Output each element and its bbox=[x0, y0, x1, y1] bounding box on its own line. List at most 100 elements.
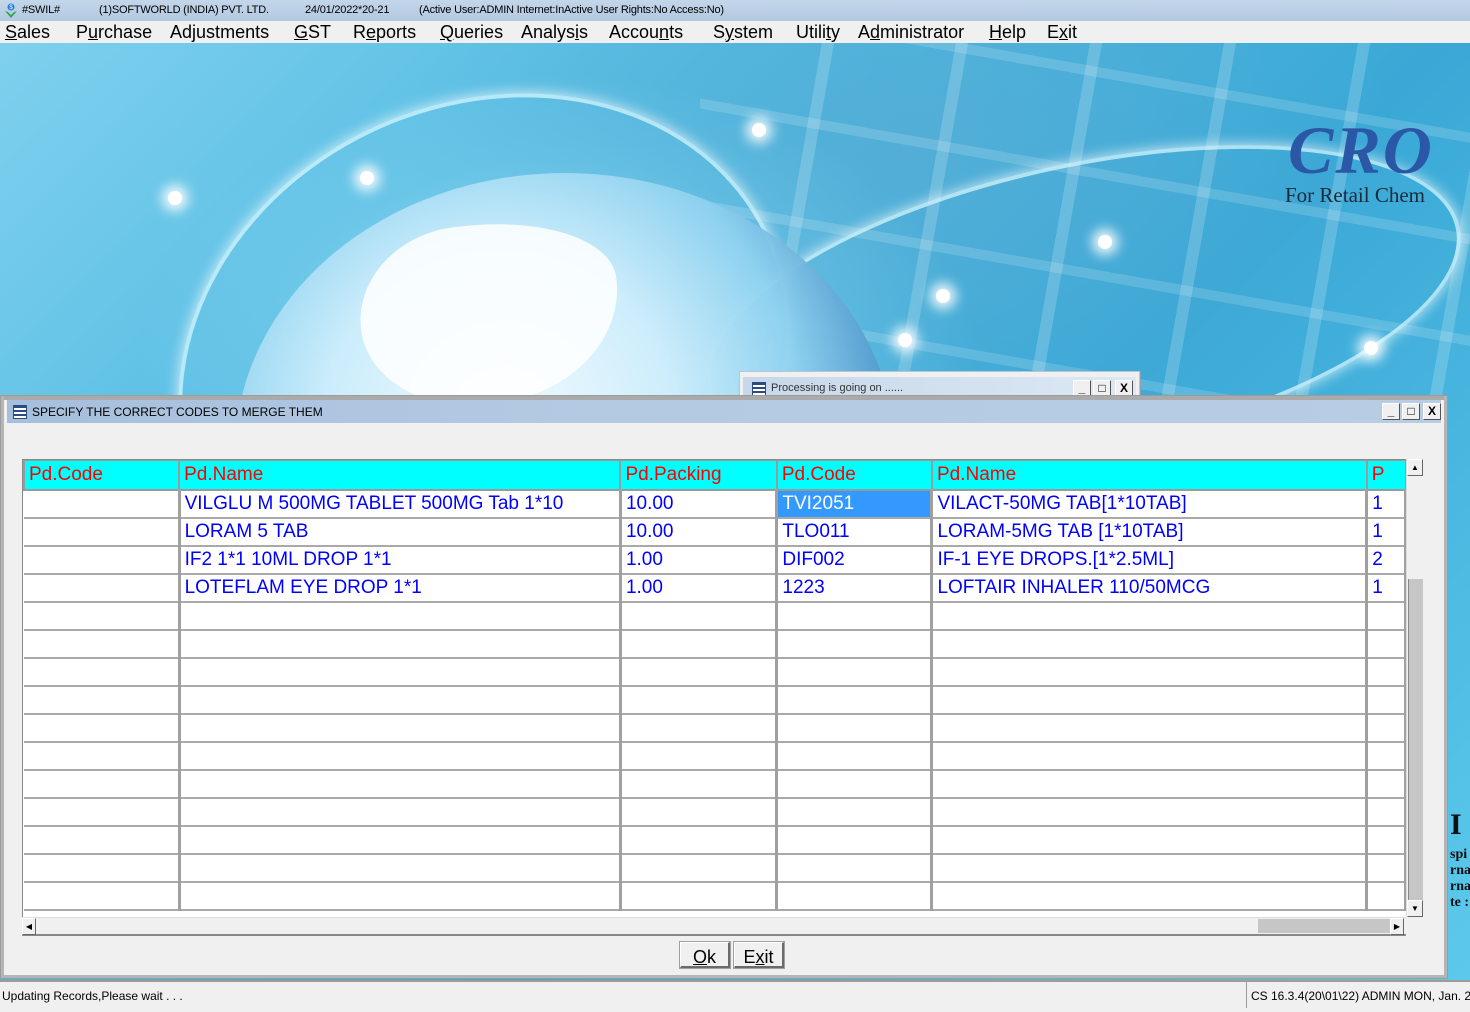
cell-target-pd-name[interactable] bbox=[931, 685, 1369, 715]
window-menu-icon[interactable] bbox=[13, 405, 27, 419]
cell-truncated[interactable] bbox=[1366, 853, 1407, 883]
table-row[interactable] bbox=[24, 685, 1407, 715]
cell-target-pd-code[interactable] bbox=[776, 797, 934, 827]
table-row[interactable]: LOTEFLAM EYE DROP 1*1 1.00 1223 LOFTAIR INH… bbox=[24, 573, 1407, 603]
table-row[interactable] bbox=[24, 853, 1407, 883]
cell-target-pd-name[interactable] bbox=[931, 881, 1369, 911]
cell-pd-code[interactable] bbox=[24, 629, 181, 659]
cell-pd-code[interactable] bbox=[24, 601, 181, 631]
table-row[interactable]: IF2 1*1 10ML DROP 1*1 1.00 DIF002 IF-1 EYE … bbox=[24, 545, 1407, 575]
vertical-scrollbar[interactable]: ▲ ▼ bbox=[1406, 459, 1423, 917]
cell-target-pd-name[interactable] bbox=[931, 741, 1369, 771]
cell-target-pd-code[interactable] bbox=[776, 685, 934, 715]
cell-target-pd-code[interactable] bbox=[776, 601, 934, 631]
cell-target-pd-name[interactable] bbox=[931, 629, 1369, 659]
column-header-pd-packing[interactable]: Pd.Packing bbox=[619, 460, 778, 491]
cell-pd-name[interactable]: VILGLU M 500MG TABLET 500MG Tab 1*10 bbox=[179, 489, 622, 519]
cell-pd-packing[interactable] bbox=[620, 797, 779, 827]
cell-pd-name[interactable] bbox=[179, 769, 622, 799]
ok-button[interactable]: Ok bbox=[679, 941, 731, 969]
cell-pd-code[interactable] bbox=[24, 797, 181, 827]
cell-target-pd-code[interactable]: TLO011 bbox=[776, 517, 934, 547]
maximize-button[interactable]: □ bbox=[1402, 403, 1420, 420]
cell-target-pd-name[interactable]: LORAM-5MG TAB [1*10TAB] bbox=[931, 517, 1369, 547]
cell-target-pd-name[interactable]: IF-1 EYE DROPS.[1*2.5ML] bbox=[931, 545, 1369, 575]
cell-pd-code[interactable] bbox=[24, 769, 181, 799]
menu-help[interactable]: Help bbox=[989, 21, 1026, 43]
cell-pd-name[interactable] bbox=[179, 601, 622, 631]
cell-target-pd-code[interactable] bbox=[776, 853, 934, 883]
cell-truncated[interactable] bbox=[1366, 713, 1407, 743]
table-row[interactable]: LORAM 5 TAB 10.00 TLO011 LORAM-5MG TAB [1*1… bbox=[24, 517, 1407, 547]
cell-pd-packing[interactable]: 1.00 bbox=[620, 545, 779, 575]
column-header-pd-code[interactable]: Pd.Code bbox=[23, 460, 181, 491]
cell-target-pd-name[interactable]: VILACT-50MG TAB[1*10TAB] bbox=[931, 489, 1369, 519]
cell-truncated[interactable] bbox=[1366, 601, 1407, 631]
cell-truncated[interactable] bbox=[1366, 797, 1407, 827]
column-header-truncated[interactable]: P bbox=[1365, 460, 1407, 491]
cell-target-pd-name[interactable] bbox=[931, 769, 1369, 799]
cell-target-pd-code[interactable] bbox=[776, 741, 934, 771]
cell-pd-packing[interactable] bbox=[620, 601, 779, 631]
cell-pd-code[interactable] bbox=[24, 825, 181, 855]
cell-pd-packing[interactable] bbox=[620, 881, 779, 911]
cell-pd-name[interactable]: LORAM 5 TAB bbox=[179, 517, 622, 547]
cell-truncated[interactable] bbox=[1366, 881, 1407, 911]
column-header-target-pd-name[interactable]: Pd.Name bbox=[930, 460, 1368, 491]
cell-truncated[interactable] bbox=[1366, 825, 1407, 855]
cell-pd-name[interactable] bbox=[179, 881, 622, 911]
cell-pd-name[interactable] bbox=[179, 685, 622, 715]
cell-target-pd-code[interactable]: TVI2051 bbox=[776, 489, 934, 519]
cell-truncated[interactable] bbox=[1366, 657, 1407, 687]
merge-codes-grid[interactable]: Pd.Code Pd.Name Pd.Packing Pd.Code Pd.Na… bbox=[22, 459, 1407, 918]
processing-window-titlebar[interactable]: Processing is going on ...... _ □ X bbox=[743, 377, 1136, 397]
cell-target-pd-code[interactable] bbox=[776, 629, 934, 659]
scroll-right-button[interactable]: ▶ bbox=[1390, 918, 1404, 935]
cell-pd-name[interactable] bbox=[179, 713, 622, 743]
menu-exit[interactable]: Exit bbox=[1047, 21, 1077, 43]
cell-pd-name[interactable] bbox=[179, 657, 622, 687]
cell-pd-name[interactable] bbox=[179, 797, 622, 827]
cell-pd-packing[interactable] bbox=[620, 769, 779, 799]
horizontal-scrollbar-thumb[interactable] bbox=[1258, 919, 1392, 933]
cell-target-pd-name[interactable]: LOFTAIR INHALER 110/50MCG bbox=[931, 573, 1369, 603]
cell-pd-code[interactable] bbox=[24, 881, 181, 911]
cell-target-pd-code[interactable] bbox=[776, 881, 934, 911]
cell-pd-packing[interactable] bbox=[620, 853, 779, 883]
menu-utility[interactable]: Utility bbox=[796, 21, 840, 43]
table-row[interactable] bbox=[24, 601, 1407, 631]
cell-pd-packing[interactable] bbox=[620, 741, 779, 771]
cell-pd-packing[interactable] bbox=[620, 657, 779, 687]
cell-pd-code[interactable] bbox=[24, 657, 181, 687]
cell-target-pd-name[interactable] bbox=[931, 657, 1369, 687]
cell-truncated[interactable] bbox=[1366, 769, 1407, 799]
menu-gst[interactable]: GST bbox=[294, 21, 331, 43]
window-menu-icon[interactable] bbox=[752, 382, 766, 396]
cell-target-pd-code[interactable] bbox=[776, 769, 934, 799]
menu-adjustments[interactable]: Adjustments bbox=[170, 21, 269, 43]
cell-truncated[interactable] bbox=[1366, 685, 1407, 715]
cell-pd-code[interactable] bbox=[24, 713, 181, 743]
table-row[interactable] bbox=[24, 629, 1407, 659]
minimize-button[interactable]: _ bbox=[1382, 403, 1400, 420]
scroll-left-button[interactable]: ◀ bbox=[22, 918, 36, 935]
cell-target-pd-code[interactable] bbox=[776, 657, 934, 687]
menu-accounts[interactable]: Accounts bbox=[609, 21, 683, 43]
cell-truncated[interactable]: 1 bbox=[1366, 489, 1407, 519]
cell-truncated[interactable]: 1 bbox=[1366, 517, 1407, 547]
column-header-pd-name[interactable]: Pd.Name bbox=[178, 460, 622, 491]
cell-pd-name[interactable] bbox=[179, 629, 622, 659]
menu-administrator[interactable]: Administrator bbox=[858, 21, 964, 43]
cell-pd-name[interactable] bbox=[179, 853, 622, 883]
table-row[interactable] bbox=[24, 825, 1407, 855]
cell-target-pd-name[interactable] bbox=[931, 713, 1369, 743]
exit-button[interactable]: Exit bbox=[733, 941, 785, 969]
cell-pd-packing[interactable]: 10.00 bbox=[620, 517, 779, 547]
cell-pd-packing[interactable] bbox=[620, 629, 779, 659]
scroll-down-button[interactable]: ▼ bbox=[1407, 900, 1423, 917]
cell-pd-code[interactable] bbox=[24, 489, 181, 519]
menu-system[interactable]: System bbox=[713, 21, 773, 43]
table-row[interactable] bbox=[24, 769, 1407, 799]
cell-pd-code[interactable] bbox=[24, 545, 181, 575]
menu-sales[interactable]: Sales bbox=[5, 21, 50, 43]
